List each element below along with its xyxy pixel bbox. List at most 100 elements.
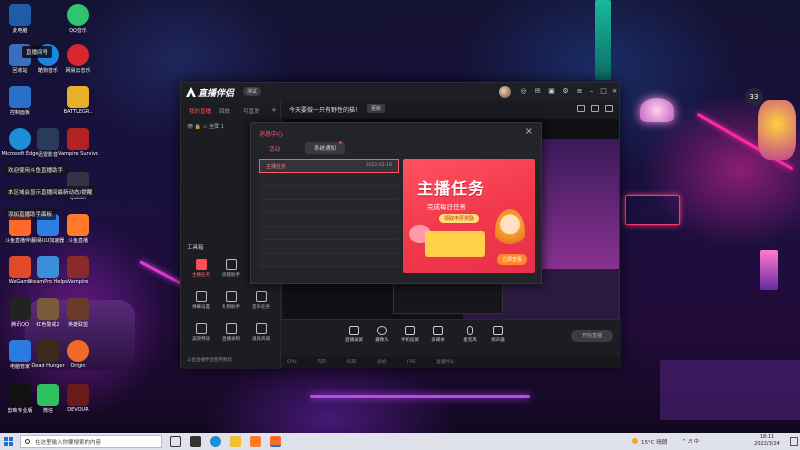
tab-activities[interactable]: 活动	[269, 145, 280, 153]
app-taskbar-icon[interactable]	[190, 436, 201, 447]
fullscreen-icon[interactable]	[591, 105, 599, 112]
eye-icon[interactable]: 👁 🔒 ▭	[187, 124, 209, 130]
task-view-icon[interactable]	[170, 436, 181, 447]
desktop-icon-battlegrounds[interactable]: BATTLEGR..	[58, 86, 98, 115]
record-icon[interactable]: ◎	[519, 87, 528, 96]
ctrl-phone-cast[interactable]: 手机投屏	[397, 326, 423, 343]
maximize-icon[interactable]: □	[599, 87, 608, 96]
wechat-icon	[37, 384, 59, 406]
neon-sign-right	[625, 195, 680, 225]
add-scene-icon[interactable]: +	[271, 106, 277, 114]
ctrl-multimedia[interactable]: 多媒体	[425, 326, 451, 343]
xunlei-icon	[37, 128, 59, 150]
ctrl-speaker[interactable]: 扬声器	[485, 326, 511, 343]
status-bitrate: 码率:	[347, 360, 358, 365]
desktop-icon-lol[interactable]: 英雄联盟	[58, 298, 98, 328]
tab-playback[interactable]: 回放	[219, 107, 230, 115]
desktop-tip-region: 本区域会显示直播间最新动态/提醒	[4, 186, 97, 198]
dialog-title: 消息中心	[259, 131, 284, 138]
status-cpu: CPU:	[287, 360, 298, 365]
desktop-icon-vampire[interactable]: Vampire	[58, 256, 98, 285]
minimize-icon[interactable]: –	[587, 87, 596, 96]
wardrobe-icon[interactable]: ▣	[547, 87, 556, 96]
file-explorer-icon[interactable]	[230, 436, 241, 447]
announcement-text: 今天要做一只有野性的猫！	[289, 107, 362, 114]
message-icon[interactable]: ✉	[533, 87, 542, 96]
weather-icon[interactable]	[632, 438, 638, 444]
banner-view-now-button[interactable]: 立即查看	[496, 254, 527, 265]
dialog-close-icon[interactable]: ×	[525, 126, 533, 137]
phone-icon	[405, 326, 415, 335]
floor-lamp	[760, 250, 778, 290]
desktop-icon-netease-music[interactable]: 网易云音乐	[58, 44, 98, 74]
ctrl-camera[interactable]: 摄像头	[369, 326, 395, 343]
task-icon	[195, 259, 207, 270]
taskbar-clock[interactable]: 18:11 2022/3/24	[748, 434, 786, 448]
desktop-icon-devour[interactable]: DEVOUR	[58, 384, 98, 413]
search-icon	[25, 439, 30, 444]
qq-music-icon	[67, 4, 89, 26]
desktop-tip-add-panel: 添加直播助手面板	[4, 208, 57, 220]
app-titlebar[interactable]: 直播伴侣 测试 ◎ ✉ ▣ ⚙ ≡ – □ ×	[181, 83, 619, 101]
douyu-taskbar-icon[interactable]	[250, 436, 261, 447]
list-item[interactable]: 主播任务 2022-05-18	[259, 159, 399, 173]
tool-prop-mall[interactable]: 道具商城	[243, 323, 279, 342]
streamer-task-banner[interactable]: 主播任务 完成每日任务 领取丰厚奖励 立即查看	[403, 159, 535, 273]
tab-direct[interactable]: 可直发	[243, 107, 260, 115]
media-icon	[433, 326, 443, 335]
scene-item[interactable]: 👁 🔒 ▭ 全屏 1	[187, 123, 224, 130]
tutorial-link[interactable]: 斗鱼直播伴侣使用教程	[187, 357, 232, 363]
desktop-tip-welcome: 欢迎使用斗鱼直播助手	[4, 164, 68, 176]
clock-time: 18:11	[759, 434, 775, 440]
start-live-button[interactable]: 开始直播	[571, 330, 613, 342]
banner-character-illustration	[495, 209, 525, 253]
close-window-icon[interactable]: ×	[610, 87, 619, 96]
list-item-empty	[259, 240, 399, 254]
list-item-empty	[259, 213, 399, 227]
desk-glow	[660, 360, 800, 420]
status-memory: 内存:	[317, 360, 328, 365]
desktop-icon-douyu[interactable]: 斗鱼直播	[58, 214, 98, 244]
recording-icon	[225, 323, 237, 334]
monitor-icon	[349, 326, 359, 335]
neon-dna-strand	[595, 0, 611, 80]
list-item-empty	[259, 253, 399, 267]
desktop-icon-vampire-survivors[interactable]: Vampire Survivors	[58, 128, 98, 157]
source-controls: 直播录屏 摄像头 手机投屏 多媒体 麦克风 扬声器 开始直播	[281, 319, 621, 355]
status-fps: FPS:	[407, 360, 417, 365]
edge-taskbar-icon[interactable]	[210, 436, 221, 447]
tool-music-task[interactable]: 音乐任务	[243, 291, 279, 310]
desktop-icon-origin[interactable]: Origin	[58, 340, 98, 369]
desktop-icon-this-pc[interactable]: 此电脑	[0, 4, 40, 34]
layout-icon[interactable]	[577, 105, 585, 112]
settings-icon[interactable]: ⚙	[561, 87, 570, 96]
ctrl-screen-capture[interactable]: 直播录屏	[341, 326, 367, 343]
message-center-dialog: 消息中心 × 活动 系统通知 主播任务 2022-05-18 主播任务 完成每日…	[250, 122, 542, 284]
taskbar-search-input[interactable]: 在这里输入你要搜索的内容	[20, 435, 162, 448]
clock-date: 2022/3/24	[754, 441, 780, 447]
windows-start-icon[interactable]	[4, 437, 14, 447]
mall-icon	[255, 323, 267, 334]
system-tray[interactable]: ^ ♬ 中	[682, 438, 699, 445]
admin-icon	[225, 259, 237, 270]
message-list: 主播任务 2022-05-18	[259, 159, 399, 273]
desktop-icon-qq-music[interactable]: QQ音乐	[58, 4, 98, 34]
announcement-update-button[interactable]: 更新	[367, 104, 386, 113]
notification-icon[interactable]	[790, 437, 798, 446]
desktop-icon-control-panel[interactable]: 控制面板	[0, 86, 40, 116]
lol-icon	[67, 298, 89, 320]
toolbox-title: 工具箱	[187, 245, 204, 251]
ctrl-microphone[interactable]: 麦克风	[457, 326, 483, 343]
beauty-icon	[195, 323, 207, 334]
tab-my-live[interactable]: 我的直播	[189, 107, 211, 115]
snapshot-icon[interactable]	[605, 105, 613, 112]
list-item-empty	[259, 172, 399, 186]
status-live-duration: 直播时长:	[436, 360, 456, 365]
neon-stripe-bottom	[310, 395, 530, 398]
app-logo-icon	[186, 87, 196, 97]
control-panel-icon	[9, 86, 31, 108]
menu-icon[interactable]: ≡	[575, 87, 584, 96]
live-companion-taskbar-icon[interactable]	[270, 436, 281, 447]
weather-text[interactable]: 15°C 晴朗	[641, 438, 667, 446]
user-avatar[interactable]	[499, 86, 511, 98]
